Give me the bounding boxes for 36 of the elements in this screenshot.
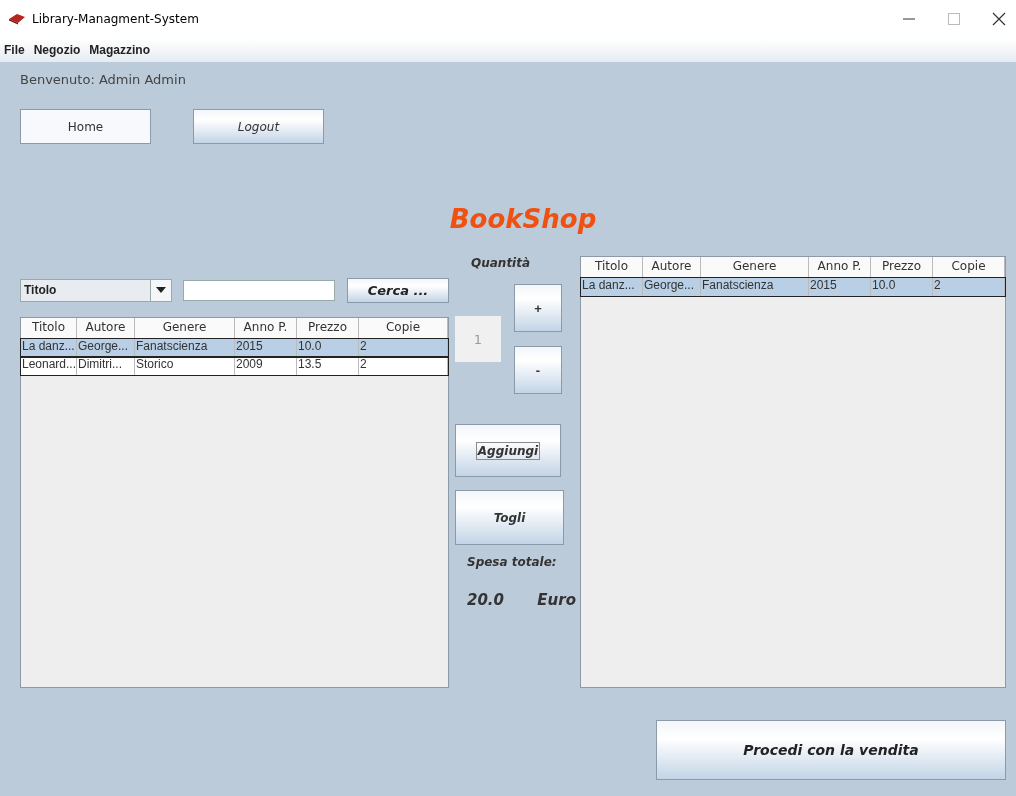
menu-item[interactable]: Negozio [33, 43, 81, 57]
table-cell: 10.0 [871, 278, 933, 296]
welcome-text: Benvenuto: Admin Admin [20, 72, 187, 89]
book-icon [8, 13, 26, 25]
table-cell: 2 [359, 357, 448, 375]
table-row[interactable]: La danz... George... Fanatscienza 2015 10.0 2 [21, 339, 448, 357]
table-cell: Storico [135, 357, 235, 375]
action-button[interactable]: Togli [455, 490, 564, 545]
quantity-label: Quantità [470, 256, 532, 270]
table-cell: Leonard... [21, 357, 77, 375]
menu-item[interactable]: Magazzino [89, 43, 150, 57]
table-cell: 2015 [809, 278, 871, 296]
nav-button[interactable]: Home [20, 109, 151, 144]
currency-label: Euro [537, 591, 576, 609]
proceed-button[interactable]: Procedi con la vendita [656, 720, 1006, 780]
table-cell: Fanatscienza [701, 278, 809, 296]
search-button[interactable]: Cerca ... [347, 277, 449, 303]
total-label: Spesa totale: [466, 555, 558, 569]
close-icon[interactable] [992, 12, 1006, 26]
nav-button[interactable]: Logout [193, 109, 324, 144]
search-input[interactable] [183, 279, 335, 301]
table-cell: Dimitri... [77, 357, 135, 375]
table-row[interactable]: La danz... George... Fanatscienza 2015 10.0 2 [581, 278, 1005, 296]
menu-item[interactable]: File [4, 43, 25, 57]
caret-icon [156, 287, 166, 293]
maximize-icon [948, 13, 960, 25]
action-button[interactable]: Aggiungi [455, 424, 561, 477]
search-field-dropdown[interactable]: Titolo [20, 278, 172, 302]
table-cell: 2009 [235, 357, 297, 375]
shop-heading: BookShop [448, 204, 598, 236]
table-cell: George... [643, 278, 701, 296]
table-cell: 13.5 [297, 357, 359, 375]
window-title: Library-Managment-System [32, 12, 199, 26]
table-cell: 2 [933, 278, 1005, 296]
total-amount: 20.0 [467, 591, 504, 609]
table-cell: La danz... [581, 278, 643, 296]
